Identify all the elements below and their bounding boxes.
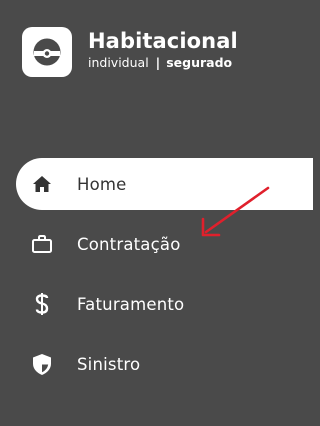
sidebar-item-home[interactable]: Home <box>16 158 313 210</box>
app-title: Habitacional <box>88 29 238 53</box>
briefcase-icon <box>31 233 53 255</box>
sidebar-nav: Home Contratação Faturamento Sinistro <box>16 158 313 398</box>
sidebar-item-contratacao[interactable]: Contratação <box>16 218 313 270</box>
brand-header: Habitacional individual | segurado <box>22 27 238 77</box>
sidebar-item-faturamento[interactable]: Faturamento <box>16 278 313 330</box>
subtitle-separator: | <box>155 55 161 70</box>
sidebar-item-label: Faturamento <box>77 294 185 314</box>
sidebar-item-label: Contratação <box>77 234 181 254</box>
sidebar-item-sinistro[interactable]: Sinistro <box>16 338 313 390</box>
home-icon <box>31 173 53 195</box>
brand-text: Habitacional individual | segurado <box>88 28 238 72</box>
subtitle-role: segurado <box>166 55 233 70</box>
dollar-icon <box>31 293 53 315</box>
product-logo-icon <box>22 27 72 77</box>
sidebar-item-label: Home <box>77 174 127 194</box>
sidebar: Habitacional individual | segurado Home <box>0 0 313 426</box>
subtitle-type: individual <box>88 55 149 70</box>
app-subtitle: individual | segurado <box>88 54 238 72</box>
shield-icon <box>31 353 53 375</box>
sidebar-item-label: Sinistro <box>77 354 141 374</box>
